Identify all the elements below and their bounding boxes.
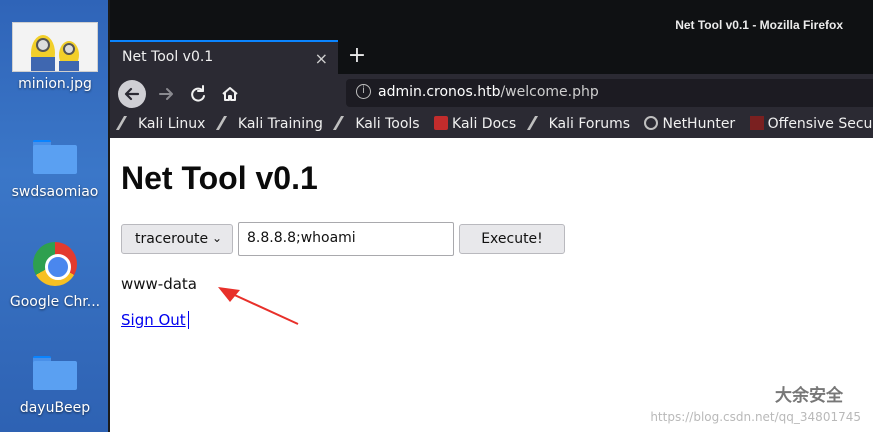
tab-bar: Net Tool v0.1 × +: [110, 40, 873, 74]
forward-button[interactable]: [152, 80, 180, 108]
page-title: Net Tool v0.1: [121, 160, 318, 196]
desktop-icon-minion[interactable]: minion.jpg: [0, 22, 110, 92]
bookmark-kali-tools[interactable]: Kali Tools: [333, 116, 420, 132]
desktop-icon-swdsaomiao[interactable]: swdsaomiao: [0, 140, 110, 200]
kali-docs-icon: [434, 116, 449, 130]
command-select-value: traceroute: [135, 231, 209, 247]
bookmark-kali-linux[interactable]: Kali Linux: [115, 116, 205, 132]
bookmark-offensive-security[interactable]: Offensive Security: [749, 116, 873, 132]
desktop-icon-label: swdsaomiao: [11, 184, 99, 200]
host-input[interactable]: 8.8.8.8;whoami: [238, 222, 454, 256]
tab-net-tool[interactable]: Net Tool v0.1 ×: [110, 40, 338, 74]
back-button[interactable]: [118, 80, 146, 108]
watermark-text: https://blog.csdn.net/qq_34801745: [650, 410, 861, 424]
browser-window: Net Tool v0.1 - Mozilla Firefox Net Tool…: [108, 0, 873, 432]
url-domain: admin.cronos.htb: [378, 84, 501, 100]
window-titlebar[interactable]: Net Tool v0.1 - Mozilla Firefox: [110, 0, 873, 42]
reload-icon: [191, 85, 205, 102]
annotation-arrow: [218, 287, 299, 325]
bookmark-kali-docs[interactable]: Kali Docs: [434, 116, 516, 132]
command-select[interactable]: traceroute ⌄: [121, 224, 233, 254]
reload-button[interactable]: [184, 80, 212, 108]
tab-label: Net Tool v0.1: [122, 49, 214, 65]
chevron-down-icon: ⌄: [211, 231, 222, 245]
home-icon: [222, 87, 238, 101]
back-arrow-icon: [124, 87, 140, 101]
desktop-icon-label: dayuBeep: [19, 400, 91, 416]
bookmark-kali-training[interactable]: Kali Training: [215, 116, 323, 132]
folder-icon: [33, 356, 77, 390]
home-button[interactable]: [216, 80, 244, 108]
window-title: Net Tool v0.1 - Mozilla Firefox: [675, 18, 843, 32]
bookmark-nethunter[interactable]: NetHunter: [644, 116, 735, 132]
desktop-icon-dayubeep[interactable]: dayuBeep: [0, 356, 110, 416]
site-info-icon[interactable]: i: [356, 84, 371, 99]
close-icon[interactable]: ×: [315, 49, 328, 68]
nethunter-icon: [644, 116, 659, 130]
url-bar[interactable]: i admin.cronos.htb/welcome.php: [346, 79, 873, 107]
bookmarks-toolbar: Kali Linux Kali Training Kali Tools Kali…: [110, 112, 873, 138]
desktop: minion.jpg swdsaomiao Google Chr... dayu…: [0, 0, 110, 432]
sign-out-link[interactable]: Sign Out: [121, 311, 189, 329]
kali-dragon-icon: [115, 116, 139, 130]
command-output: www-data: [121, 275, 198, 293]
desktop-icon-label: Google Chr...: [9, 294, 101, 310]
url-path: /welcome.php: [500, 84, 599, 100]
watermark-logo: 大余安全: [775, 386, 843, 406]
forward-arrow-icon: [159, 88, 173, 100]
desktop-icon-chrome[interactable]: Google Chr...: [0, 242, 110, 310]
kali-dragon-icon: [333, 116, 356, 130]
kali-dragon-icon: [215, 116, 238, 130]
kali-dragon-icon: [526, 116, 549, 130]
image-thumbnail-icon: [12, 22, 98, 72]
new-tab-button[interactable]: +: [344, 43, 370, 69]
navigation-toolbar: i admin.cronos.htb/welcome.php: [110, 74, 873, 112]
bookmark-kali-forums[interactable]: Kali Forums: [526, 116, 630, 132]
folder-icon: [33, 140, 77, 174]
page-content: Net Tool v0.1 traceroute ⌄ 8.8.8.8;whoam…: [110, 138, 873, 432]
chrome-icon: [33, 242, 77, 286]
execute-button[interactable]: Execute!: [459, 224, 565, 254]
desktop-icon-label: minion.jpg: [18, 76, 92, 92]
offsec-icon: [749, 116, 764, 130]
